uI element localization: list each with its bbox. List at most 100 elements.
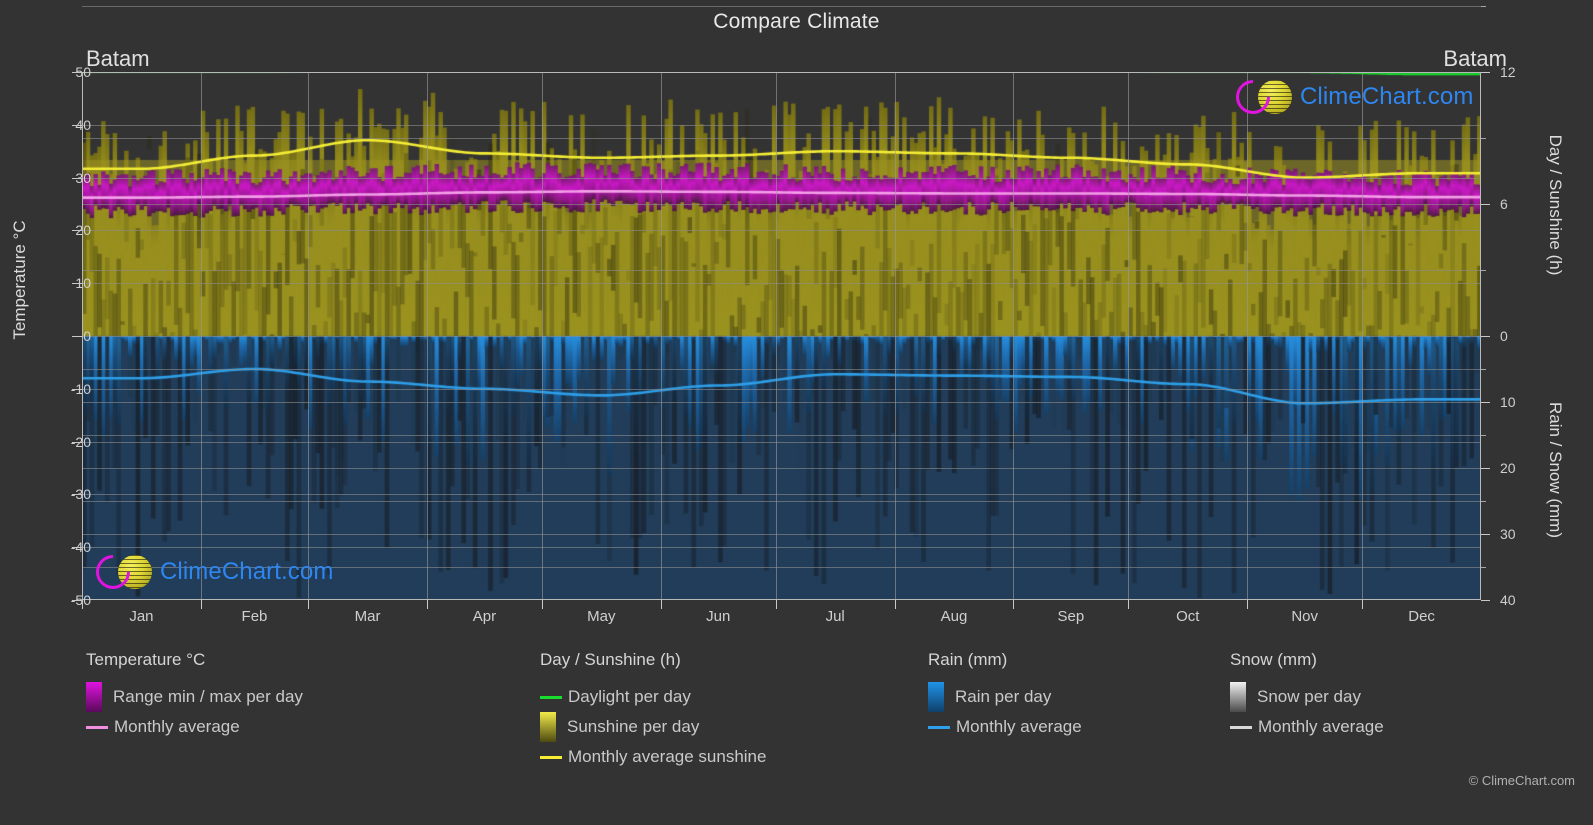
- legend-group-title: Snow (mm): [1230, 650, 1317, 669]
- x-tick-mark: [1013, 600, 1014, 609]
- y-tick-mark: [1481, 336, 1490, 337]
- legend-swatch-gradient: [928, 682, 944, 712]
- legend-item-label: Rain per day: [955, 687, 1052, 706]
- legend-swatch-line: [540, 695, 562, 699]
- y-tick-mark: [72, 72, 82, 73]
- x-tick-mark: [201, 600, 202, 609]
- legend-swatch-gradient: [86, 682, 102, 712]
- axis-label-rain-snow: Rain / Snow (mm): [1546, 401, 1565, 539]
- y-tick-mark: [72, 547, 82, 548]
- legend-item[interactable]: Monthly average sunshine: [540, 742, 766, 772]
- y-tick-mark: [72, 336, 82, 337]
- x-tick-month: Apr: [472, 608, 497, 625]
- y-tick-mark: [1481, 402, 1490, 403]
- y-tick-sunshine: 6: [1500, 196, 1508, 212]
- legend-swatch-line: [86, 725, 108, 729]
- x-tick-month: Nov: [1291, 608, 1319, 625]
- y-tick-mark: [1481, 600, 1490, 601]
- legend-item[interactable]: Range min / max per day: [86, 682, 303, 712]
- y-tick-mark: [1481, 534, 1490, 535]
- y-tick-mark: [72, 230, 82, 231]
- y-tick-rain: 20: [1500, 460, 1516, 476]
- legend-item-label: Monthly average: [1258, 717, 1384, 736]
- y-tick-mark: [72, 283, 82, 284]
- location-label-right: Batam: [1443, 46, 1507, 71]
- y-tick-mark: [1481, 468, 1490, 469]
- y-tick-sunshine: 0: [1500, 328, 1508, 344]
- climechart-logo-top: ClimeChart.com: [1228, 72, 1474, 122]
- x-tick-mark: [1247, 600, 1248, 609]
- y-tick-mark: [72, 125, 82, 126]
- y-tick-mark: [1481, 72, 1490, 73]
- legend-group: Temperature °C Range min / max per day Mon…: [86, 650, 303, 742]
- y-tick-temperature: 0: [83, 328, 91, 344]
- location-label-left: Batam: [86, 46, 150, 71]
- chart-canvas: [82, 72, 1481, 600]
- x-tick-month: Mar: [354, 608, 381, 625]
- legend-group: Day / Sunshine (h) Daylight per day Sunshi…: [540, 650, 766, 772]
- x-tick-month: Feb: [241, 608, 268, 625]
- axis-label-temperature: Temperature °C: [10, 220, 29, 340]
- legend-swatch-gradient: [1230, 682, 1246, 712]
- legend-item[interactable]: Monthly average: [928, 712, 1082, 742]
- logo-wordmark: ClimeChart.com: [1300, 83, 1474, 110]
- legend-swatch-line: [540, 755, 562, 759]
- y-tick-mark-minor: [1481, 435, 1486, 436]
- x-tick-mark: [776, 600, 777, 609]
- y-tick-mark: [72, 178, 82, 179]
- legend-item-label: Sunshine per day: [567, 717, 700, 736]
- legend-item[interactable]: Snow per day: [1230, 682, 1384, 712]
- climechart-logo-bottom: ClimeChart.com: [88, 547, 334, 597]
- legend-group-title: Day / Sunshine (h): [540, 650, 681, 669]
- x-tick-month: Jan: [129, 608, 154, 625]
- y-tick-mark-minor: [1481, 270, 1486, 271]
- legend-item[interactable]: Sunshine per day: [540, 712, 766, 742]
- y-tick-mark-minor: [1481, 501, 1486, 502]
- logo-wordmark: ClimeChart.com: [160, 558, 334, 585]
- x-tick-mark: [1128, 600, 1129, 609]
- legend-group-title: Temperature °C: [86, 650, 206, 669]
- x-tick-month: Aug: [940, 608, 968, 625]
- legend-swatch-gradient: [540, 712, 556, 742]
- copyright-text: © ClimeChart.com: [1468, 773, 1575, 788]
- chart-plot-area[interactable]: [82, 72, 1481, 600]
- y-tick-mark-minor: [1481, 567, 1486, 568]
- x-tick-mark: [661, 600, 662, 609]
- legend-item-label: Daylight per day: [568, 687, 691, 706]
- y-tick-mark: [72, 494, 82, 495]
- legend-item-label: Monthly average sunshine: [568, 747, 767, 766]
- climate-chart-page: Compare Climate Batam Batam ClimeChart.c…: [0, 0, 1593, 825]
- x-tick-month: Jun: [706, 608, 731, 625]
- legend-item[interactable]: Rain per day: [928, 682, 1082, 712]
- y-tick-rain: 30: [1500, 526, 1516, 542]
- x-tick-mark: [308, 600, 309, 609]
- legend-group: Snow (mm) Snow per day Monthly average: [1230, 650, 1384, 742]
- legend-item-label: Snow per day: [1257, 687, 1361, 706]
- gridline-horizontal: [82, 6, 1481, 7]
- y-tick-rain: 40: [1500, 592, 1516, 608]
- legend-swatch-line: [928, 725, 950, 729]
- legend-item-label: Monthly average: [114, 717, 240, 736]
- legend-swatch-line: [1230, 725, 1252, 729]
- y-tick-mark: [72, 389, 82, 390]
- legend-item-label: Monthly average: [956, 717, 1082, 736]
- x-tick-mark: [82, 600, 83, 609]
- legend-group-title: Rain (mm): [928, 650, 1008, 669]
- legend-group: Rain (mm) Rain per day Monthly average: [928, 650, 1082, 742]
- y-tick-rain: 10: [1500, 394, 1516, 410]
- x-tick-month: Oct: [1176, 608, 1200, 625]
- x-tick-mark: [895, 600, 896, 609]
- y-tick-mark: [72, 600, 82, 601]
- legend-item-label: Range min / max per day: [113, 687, 303, 706]
- x-tick-month: Dec: [1408, 608, 1435, 625]
- y-tick-mark: [1481, 204, 1490, 205]
- x-tick-mark: [1362, 600, 1363, 609]
- y-tick-mark: [72, 442, 82, 443]
- x-tick-month: May: [587, 608, 616, 625]
- y-tick-mark-minor: [1481, 138, 1486, 139]
- legend-item[interactable]: Monthly average: [86, 712, 303, 742]
- legend-item[interactable]: Monthly average: [1230, 712, 1384, 742]
- legend-item[interactable]: Daylight per day: [540, 682, 766, 712]
- y-tick-mark-minor: [1481, 369, 1486, 370]
- y-tick-mark-minor: [1481, 6, 1486, 7]
